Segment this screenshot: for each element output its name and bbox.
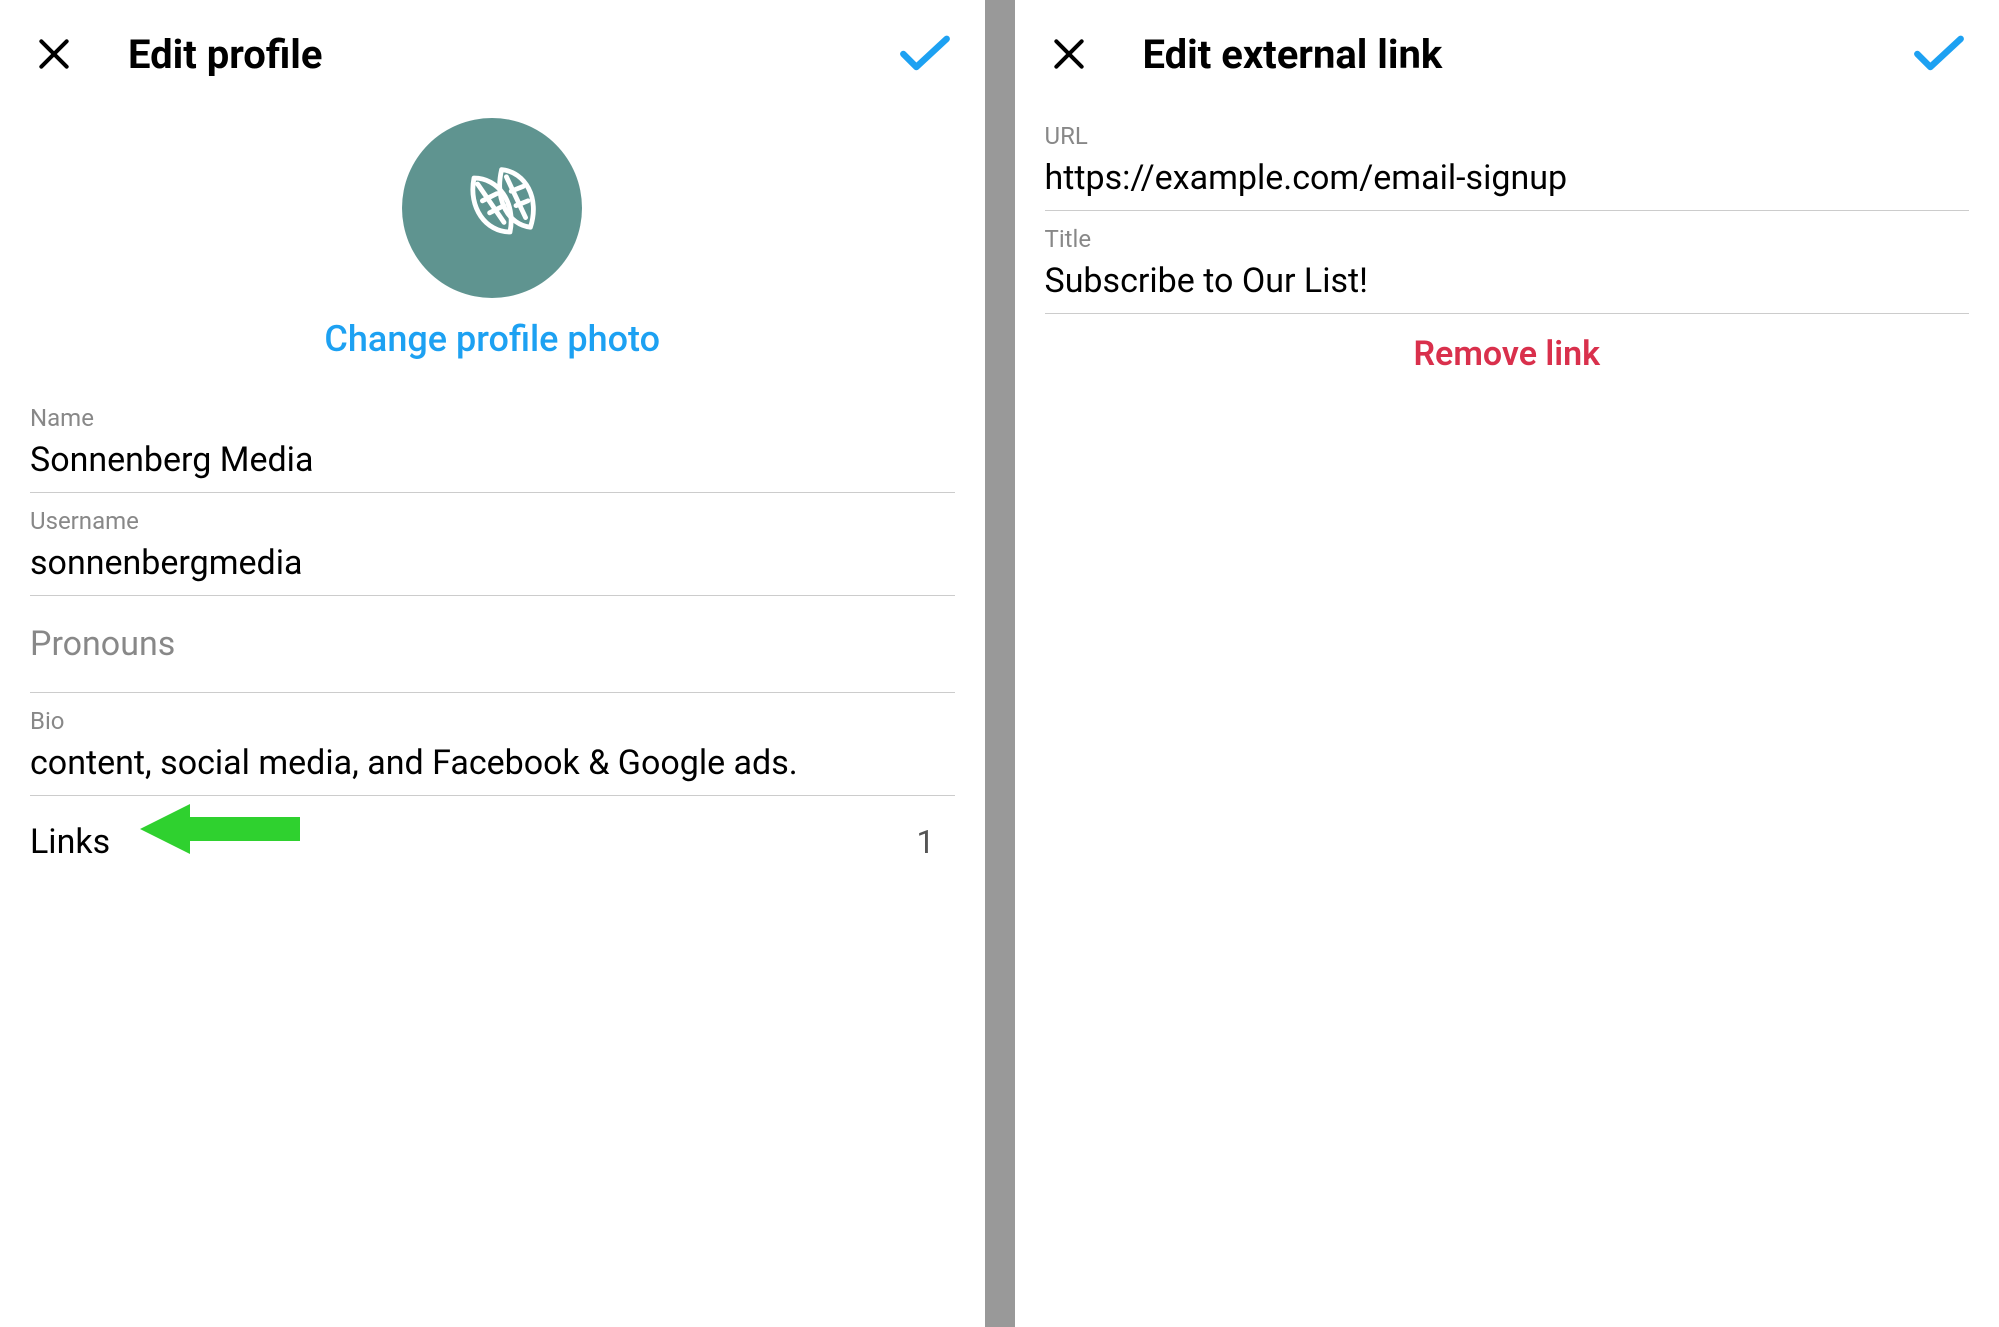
username-label: Username <box>30 507 955 535</box>
name-field[interactable]: Name Sonnenberg Media <box>30 390 955 493</box>
links-label: Links <box>30 822 110 862</box>
avatar-section: Change profile photo <box>30 118 955 360</box>
bio-field[interactable]: Bio content, social media, and Facebook … <box>30 693 955 796</box>
name-value: Sonnenberg Media <box>30 440 955 480</box>
annotation-arrow <box>140 799 300 859</box>
edit-profile-header: Edit profile <box>30 20 955 108</box>
close-button[interactable] <box>30 30 78 78</box>
username-field[interactable]: Username sonnenbergmedia <box>30 493 955 596</box>
bio-label: Bio <box>30 707 955 735</box>
page-title: Edit external link <box>1143 31 1910 78</box>
edit-link-panel: Edit external link URL https://example.c… <box>1015 0 1999 1327</box>
links-row[interactable]: Links 1 <box>30 796 955 862</box>
pronouns-label: Pronouns <box>30 624 955 664</box>
title-field[interactable]: Title Subscribe to Our List! <box>1045 211 1970 314</box>
bio-value: content, social media, and Facebook & Go… <box>30 743 955 783</box>
edit-profile-panel: Edit profile <box>0 0 985 1327</box>
confirm-button[interactable] <box>1909 30 1969 78</box>
confirm-button[interactable] <box>895 30 955 78</box>
avatar[interactable] <box>402 118 582 298</box>
close-icon <box>1050 35 1088 73</box>
url-label: URL <box>1045 122 1970 150</box>
name-label: Name <box>30 404 955 432</box>
change-photo-link[interactable]: Change profile photo <box>324 318 660 360</box>
links-count: 1 <box>917 823 955 861</box>
url-value: https://example.com/email-signup <box>1045 158 1970 198</box>
arrow-left-icon <box>140 799 300 859</box>
remove-link-button[interactable]: Remove link <box>1045 334 1970 374</box>
url-field[interactable]: URL https://example.com/email-signup <box>1045 108 1970 211</box>
panel-divider <box>985 0 1015 1327</box>
title-value: Subscribe to Our List! <box>1045 261 1970 301</box>
close-button[interactable] <box>1045 30 1093 78</box>
title-label: Title <box>1045 225 1970 253</box>
leaf-icon <box>432 148 552 268</box>
check-icon <box>899 34 951 74</box>
pronouns-field[interactable]: Pronouns <box>30 596 955 693</box>
check-icon <box>1913 34 1965 74</box>
page-title: Edit profile <box>128 31 895 78</box>
close-icon <box>35 35 73 73</box>
username-value: sonnenbergmedia <box>30 543 955 583</box>
edit-link-header: Edit external link <box>1045 20 1970 108</box>
